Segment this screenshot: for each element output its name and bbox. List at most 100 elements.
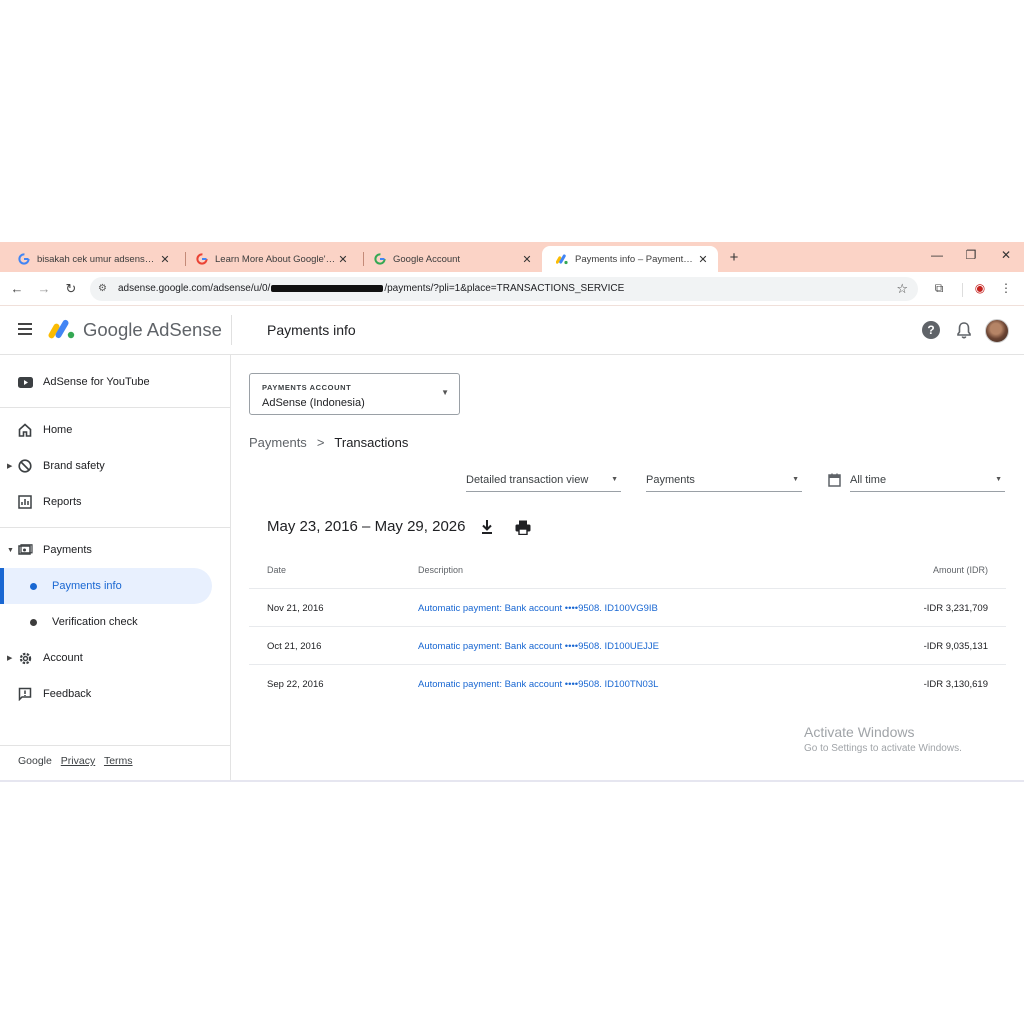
bullet-icon xyxy=(30,618,37,626)
redaction xyxy=(271,284,384,292)
sidebar-item-label: Feedback xyxy=(43,688,92,700)
dropdown-arrow-icon: ▼ xyxy=(995,476,1002,483)
back-icon[interactable]: ← xyxy=(9,281,25,297)
sidebar-item-payments-info[interactable]: Payments info xyxy=(0,568,212,604)
close-icon[interactable]: ✕ xyxy=(158,253,172,266)
url-text: adsense.google.com/adsense/u/0//payments… xyxy=(118,283,625,294)
dropdown-arrow-icon: ▼ xyxy=(441,388,449,397)
tab-search-icon[interactable]: ⧉ xyxy=(931,281,947,296)
address-bar[interactable]: ⚙ adsense.google.com/adsense/u/0//paymen… xyxy=(90,277,918,301)
gear-icon xyxy=(17,650,33,666)
tab-title: Learn More About Google's Sec xyxy=(215,253,336,265)
tab-title: Payments info – Payments – Go xyxy=(575,253,696,265)
close-window-icon[interactable]: ✕ xyxy=(998,248,1014,262)
row-description-link[interactable]: Automatic payment: Bank account ••••9508… xyxy=(418,603,658,614)
close-icon[interactable]: ✕ xyxy=(336,253,350,266)
notifications-bell-icon[interactable] xyxy=(956,321,972,339)
watermark-subtitle: Go to Settings to activate Windows. xyxy=(804,743,962,754)
sidebar-item-account[interactable]: ▶ Account xyxy=(0,640,231,676)
bookmark-star-icon[interactable]: ☆ xyxy=(896,281,908,297)
tab-strip: bisakah cek umur adsense - Go ✕ Learn Mo… xyxy=(0,242,1024,272)
close-icon[interactable]: ✕ xyxy=(520,253,534,266)
close-icon[interactable]: ✕ xyxy=(696,253,710,266)
watermark-title: Activate Windows xyxy=(804,724,915,740)
sidebar-item-feedback[interactable]: Feedback xyxy=(0,676,231,712)
feedback-icon xyxy=(17,686,33,702)
activate-windows-watermark: Activate Windows Go to Settings to activ… xyxy=(804,724,962,754)
reload-icon[interactable]: ↻ xyxy=(63,281,79,297)
tab-learn-more[interactable]: Learn More About Google's Sec ✕ xyxy=(182,246,358,272)
breadcrumb: Payments > Transactions xyxy=(249,435,408,450)
row-date: Nov 21, 2016 xyxy=(267,603,324,614)
transactions-table: Date Description Amount (IDR) Nov 21, 20… xyxy=(249,551,1006,702)
sidebar-item-verification-check[interactable]: Verification check xyxy=(0,604,231,640)
expand-caret-icon[interactable]: ▶ xyxy=(7,654,12,662)
tab-payments-info[interactable]: Payments info – Payments – Go ✕ xyxy=(542,246,718,272)
terms-link[interactable]: Terms xyxy=(104,755,133,767)
sidebar-item-payments[interactable]: ▼ Payments xyxy=(0,532,231,568)
tab-google-account[interactable]: Google Account ✕ xyxy=(360,246,542,272)
row-description-link[interactable]: Automatic payment: Bank account ••••9508… xyxy=(418,641,659,652)
breadcrumb-transactions: Transactions xyxy=(334,435,409,450)
date-range-filter-dropdown[interactable]: All time ▼ xyxy=(850,472,1005,492)
tab-title: Google Account xyxy=(393,253,461,265)
row-amount: -IDR 9,035,131 xyxy=(923,641,988,652)
date-range-title: May 23, 2016 – May 29, 2026 xyxy=(267,518,466,535)
restore-icon[interactable]: ❐ xyxy=(963,248,979,262)
calendar-icon xyxy=(828,473,841,487)
sidebar-item-home[interactable]: Home xyxy=(0,412,231,448)
collapse-caret-icon[interactable]: ▼ xyxy=(7,547,14,554)
home-icon xyxy=(17,422,33,438)
print-icon[interactable] xyxy=(515,520,531,535)
profile-icon[interactable]: ◉ xyxy=(972,281,988,295)
google-g-icon xyxy=(374,253,386,265)
expand-caret-icon[interactable]: ▶ xyxy=(7,462,12,470)
adsense-logo-icon xyxy=(48,319,75,339)
page-title: Payments info xyxy=(267,322,356,338)
header-divider xyxy=(231,315,232,345)
view-filter-dropdown[interactable]: Detailed transaction view ▼ xyxy=(466,472,621,492)
youtube-icon xyxy=(17,374,33,390)
more-menu-icon[interactable]: ⋮ xyxy=(998,281,1014,295)
new-tab-icon[interactable]: + xyxy=(726,249,742,266)
column-header-amount: Amount (IDR) xyxy=(932,565,988,575)
forward-icon[interactable]: → xyxy=(36,281,52,297)
breadcrumb-payments[interactable]: Payments xyxy=(249,435,307,450)
google-g-icon xyxy=(18,253,30,265)
row-amount: -IDR 3,231,709 xyxy=(923,603,988,614)
site-info-icon[interactable]: ⚙ xyxy=(98,283,107,294)
breadcrumb-separator: > xyxy=(316,435,325,450)
payments-icon xyxy=(17,542,33,558)
main-content: PAYMENTS ACCOUNT AdSense (Indonesia) ▼ P… xyxy=(232,355,1024,782)
row-description-link[interactable]: Automatic payment: Bank account ••••9508… xyxy=(418,679,658,690)
adsense-icon xyxy=(556,254,568,265)
dropdown-arrow-icon: ▼ xyxy=(792,476,799,483)
download-icon[interactable] xyxy=(480,519,494,535)
sidebar-item-adsense-for-youtube[interactable]: AdSense for YouTube xyxy=(0,364,231,400)
bar-chart-icon xyxy=(17,494,33,510)
browser-window: bisakah cek umur adsense - Go ✕ Learn Mo… xyxy=(0,242,1024,782)
sidebar-footer: Google Privacy Terms xyxy=(18,755,139,767)
sidebar-item-brand-safety[interactable]: ▶ Brand safety xyxy=(0,448,231,484)
sidebar-item-label: Payments info xyxy=(52,580,122,592)
minimize-icon[interactable]: — xyxy=(929,248,945,262)
tab-search-adsense-age[interactable]: bisakah cek umur adsense - Go ✕ xyxy=(4,246,180,272)
app-logo-text: Google AdSense xyxy=(83,319,222,340)
column-header-date: Date xyxy=(267,565,287,575)
row-amount: -IDR 3,130,619 xyxy=(923,679,988,690)
select-label: PAYMENTS ACCOUNT xyxy=(262,383,352,392)
type-filter-dropdown[interactable]: Payments ▼ xyxy=(646,472,802,492)
dropdown-arrow-icon: ▼ xyxy=(611,476,618,483)
table-header-row: Date Description Amount (IDR) xyxy=(249,551,1006,588)
help-icon[interactable]: ? xyxy=(922,321,940,339)
table-row: Sep 22, 2016 Automatic payment: Bank acc… xyxy=(249,664,1006,702)
sidebar-item-reports[interactable]: Reports xyxy=(0,484,231,520)
sidebar-item-label: Reports xyxy=(43,496,82,508)
table-row: Nov 21, 2016 Automatic payment: Bank acc… xyxy=(249,588,1006,626)
payments-account-select[interactable]: PAYMENTS ACCOUNT AdSense (Indonesia) ▼ xyxy=(249,373,460,415)
avatar[interactable] xyxy=(985,319,1009,343)
footer-google-text: Google xyxy=(18,755,52,767)
row-date: Oct 21, 2016 xyxy=(267,641,322,652)
menu-icon[interactable] xyxy=(18,323,32,335)
privacy-link[interactable]: Privacy xyxy=(61,755,95,767)
